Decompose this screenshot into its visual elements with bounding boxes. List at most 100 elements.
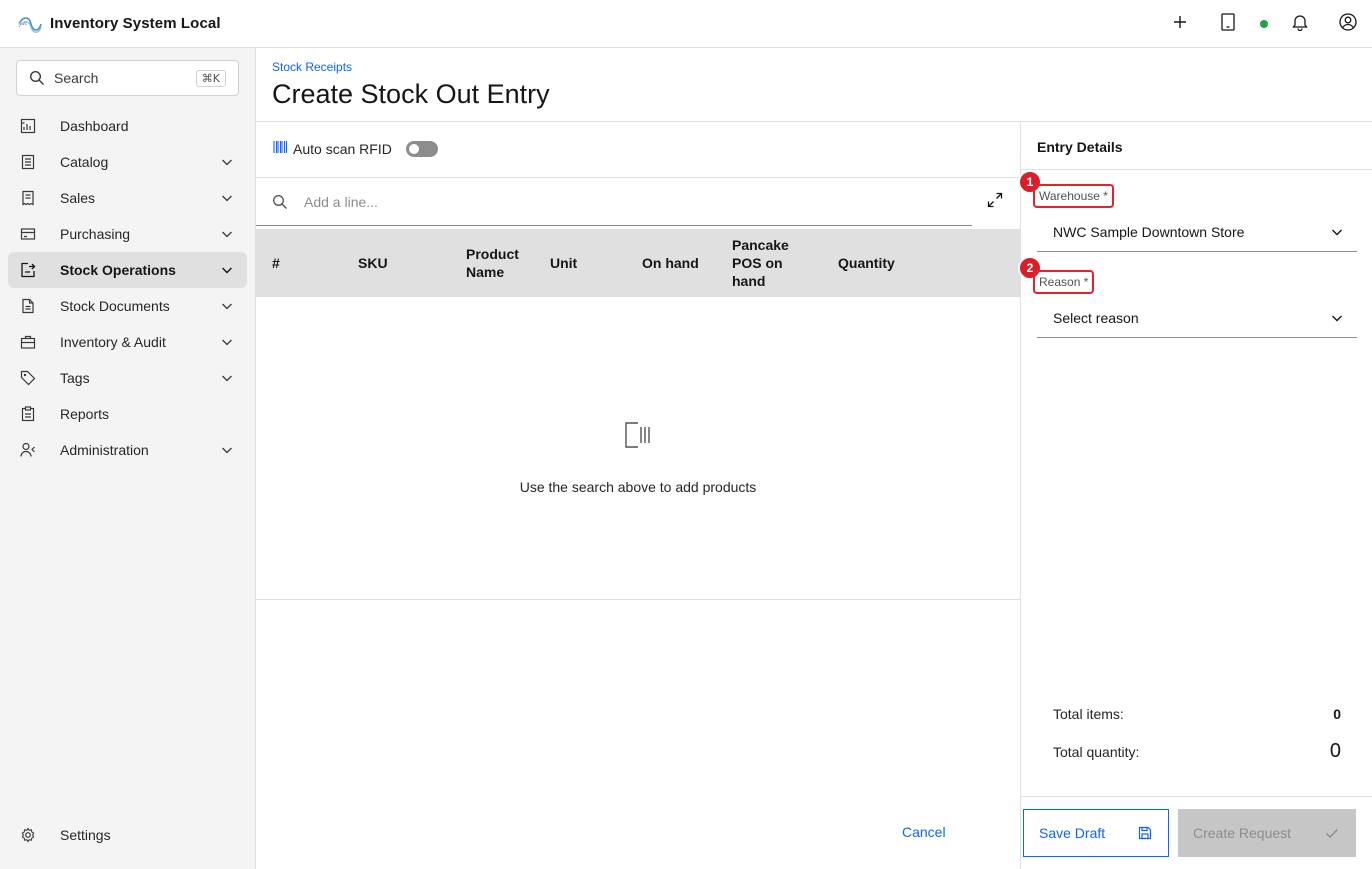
sidebar-search[interactable]: Search ⌘K (16, 60, 239, 96)
sidebar-item-settings[interactable]: Settings (0, 817, 256, 853)
save-icon (1138, 826, 1152, 840)
total-quantity-label: Total quantity: (1053, 744, 1140, 760)
sidebar-item-label: Administration (60, 442, 149, 458)
total-quantity-row: Total quantity: 0 (1053, 740, 1341, 763)
credit-card-icon (20, 226, 36, 242)
chevron-down-icon (219, 154, 235, 170)
sidebar-nav: Dashboard Catalog Sales Purchasing Stock… (0, 108, 256, 468)
reason-label: Reason * (1033, 270, 1095, 294)
warehouse-select[interactable]: NWC Sample Downtown Store (1037, 212, 1357, 252)
reason-value: Select reason (1053, 309, 1139, 326)
breadcrumb-link[interactable]: Stock Receipts (272, 60, 352, 74)
report-icon (20, 406, 36, 422)
sidebar-item-stock-operations[interactable]: Stock Operations (0, 252, 256, 288)
maximize-icon (987, 192, 1003, 213)
search-icon (29, 70, 45, 86)
chevron-down-icon (219, 190, 235, 206)
column-header-index: # (272, 255, 280, 271)
sidebar-item-label: Dashboard (60, 118, 129, 134)
briefcase-icon (20, 334, 36, 350)
column-header-on-hand[interactable]: On hand (642, 254, 699, 272)
sidebar-item-label: Inventory & Audit (60, 334, 166, 350)
divider (256, 599, 1020, 600)
svg-text:NWC: NWC (19, 22, 28, 26)
sidebar-item-reports[interactable]: Reports (0, 396, 256, 432)
toggle-knob (408, 144, 419, 154)
sidebar: Search ⌘K Dashboard Catalog Sales Purcha… (0, 48, 256, 869)
rfid-toggle[interactable] (405, 141, 438, 157)
app-title: Inventory System Local (50, 15, 221, 32)
sidebar-item-purchasing[interactable]: Purchasing (0, 216, 256, 252)
total-quantity-value: 0 (1329, 740, 1341, 762)
add-button[interactable] (1156, 0, 1204, 48)
sidebar-item-catalog[interactable]: Catalog (0, 144, 256, 180)
reason-select[interactable]: Select reason (1037, 298, 1357, 338)
sidebar-item-label: Catalog (60, 154, 109, 170)
barcode-icon (273, 140, 288, 158)
total-items-value: 0 (1333, 706, 1341, 722)
empty-state-message: Use the search above to add products (519, 479, 757, 495)
entry-details-panel: Entry Details 1 Warehouse * NWC Sample D… (1018, 122, 1372, 869)
total-items-row: Total items: 0 (1053, 706, 1341, 722)
chevron-down-icon (219, 334, 235, 350)
chevron-down-icon (1329, 310, 1345, 326)
sidebar-item-label: Stock Documents (60, 298, 170, 314)
sidebar-item-stock-documents[interactable]: Stock Documents (0, 288, 256, 324)
sidebar-item-label: Tags (60, 370, 90, 386)
sidebar-item-label: Sales (60, 190, 96, 206)
save-draft-label: Save Draft (1039, 825, 1106, 841)
receipt-icon (20, 190, 36, 206)
barcode-scan-icon (625, 421, 653, 449)
add-line-search (256, 178, 972, 226)
column-header-unit[interactable]: Unit (550, 254, 577, 272)
warehouse-label: Warehouse * (1033, 184, 1114, 208)
rfid-toggle-row: Auto scan RFID (273, 140, 438, 158)
column-header-pos-on-hand[interactable]: Pancake POS on hand (732, 236, 802, 290)
column-header-quantity[interactable]: Quantity (838, 254, 895, 272)
sidebar-item-dashboard[interactable]: Dashboard (0, 108, 256, 144)
top-bar: NWC Inventory System Local (0, 0, 1372, 48)
stock-transfer-icon (20, 262, 36, 278)
sidebar-item-sales[interactable]: Sales (0, 180, 256, 216)
notifications-button[interactable] (1276, 0, 1324, 48)
column-header-sku[interactable]: SKU (358, 254, 388, 272)
tablet-icon (1220, 12, 1236, 36)
create-request-button[interactable]: Create Request (1178, 809, 1356, 857)
sidebar-item-label: Stock Operations (60, 262, 176, 278)
page-title: Create Stock Out Entry (272, 79, 550, 109)
warehouse-value: NWC Sample Downtown Store (1053, 223, 1245, 240)
app-logo[interactable]: NWC (17, 11, 43, 37)
document-icon (20, 298, 36, 314)
connection-status-dot (1260, 20, 1268, 28)
user-profile-button[interactable] (1324, 0, 1372, 48)
chevron-down-icon (219, 442, 235, 458)
column-header-product-name[interactable]: Product Name (466, 245, 536, 281)
add-line-input[interactable] (304, 193, 904, 210)
sidebar-item-label: Reports (60, 406, 110, 422)
catalog-icon (20, 154, 36, 170)
expand-button[interactable] (983, 190, 1007, 214)
line-items-pane: Auto scan RFID # SKU Product Name Unit O… (256, 122, 1020, 869)
user-avatar-icon (1339, 12, 1357, 36)
gear-icon (20, 827, 36, 843)
tag-icon (20, 370, 36, 386)
sidebar-item-inventory-audit[interactable]: Inventory & Audit (0, 324, 256, 360)
cancel-button[interactable]: Cancel (902, 824, 946, 840)
sidebar-item-tags[interactable]: Tags (0, 360, 256, 396)
search-label: Search (54, 70, 99, 86)
checkmark-icon (1324, 825, 1340, 841)
chevron-down-icon (219, 298, 235, 314)
device-button[interactable] (1204, 0, 1252, 48)
chevron-down-icon (219, 226, 235, 242)
save-draft-button[interactable]: Save Draft (1023, 809, 1169, 857)
chevron-down-icon (219, 370, 235, 386)
rfid-label: Auto scan RFID (293, 141, 392, 157)
sidebar-item-administration[interactable]: Administration (0, 432, 256, 468)
search-shortcut: ⌘K (195, 69, 226, 87)
table-header: # SKU Product Name Unit On hand Pancake … (256, 229, 1020, 297)
entry-details-title: Entry Details (1037, 139, 1123, 155)
dashboard-icon (20, 118, 36, 134)
notification-icon (1291, 13, 1309, 36)
divider (1021, 796, 1372, 797)
create-request-label: Create Request (1193, 825, 1292, 841)
